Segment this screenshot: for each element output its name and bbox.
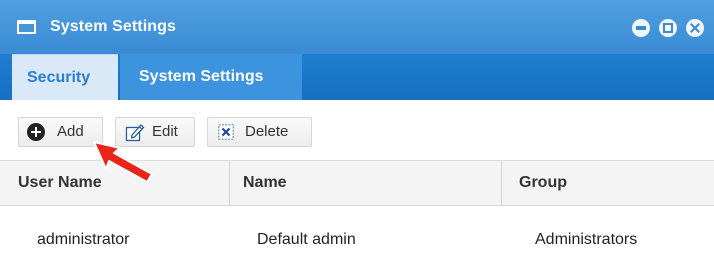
cell-group: Administrators <box>535 231 638 248</box>
window-icon <box>17 20 36 34</box>
tab-system-settings[interactable]: System Settings <box>120 54 302 100</box>
title-bar[interactable]: System Settings <box>0 0 714 54</box>
tab-bar: Security System Settings <box>0 54 714 100</box>
window-title: System Settings <box>50 18 176 35</box>
red-arrow-icon <box>93 141 153 183</box>
minimize-icon[interactable] <box>632 19 650 37</box>
column-header-group[interactable]: Group <box>502 161 714 205</box>
delete-button[interactable]: Delete <box>207 117 312 147</box>
restore-icon[interactable] <box>659 19 677 37</box>
table-row[interactable]: administrator Default admin Administrato… <box>0 220 714 254</box>
close-icon[interactable] <box>686 19 704 37</box>
tab-security[interactable]: Security <box>12 54 118 100</box>
add-button-label: Add <box>57 123 84 140</box>
cell-name: Default admin <box>257 231 356 248</box>
system-settings-window: System Settings Security System Settings… <box>0 0 714 254</box>
delete-button-label: Delete <box>245 123 289 140</box>
delete-icon <box>218 124 234 140</box>
column-header-name[interactable]: Name <box>230 161 502 205</box>
plus-circle-icon <box>27 123 45 141</box>
cell-user-name: administrator <box>37 231 130 248</box>
